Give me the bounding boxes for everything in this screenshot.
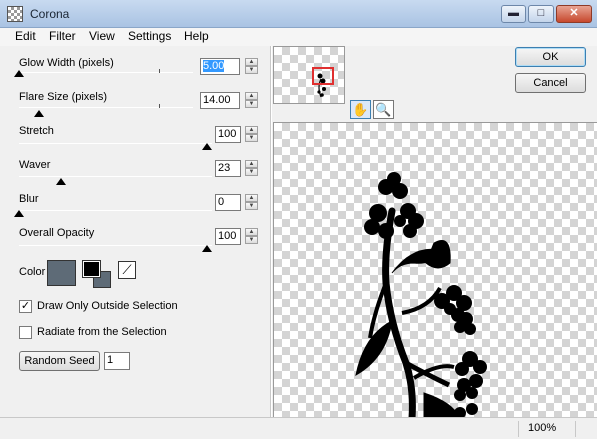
color-swatch[interactable] [47,260,76,286]
zoom-level: 100% [528,422,557,434]
overall-opacity-spinner[interactable]: ▲ ▼ [245,228,258,245]
spin-up-icon[interactable]: ▲ [245,228,258,236]
menu-filter[interactable]: Filter [49,29,76,43]
spin-down-icon[interactable]: ▼ [245,236,258,244]
blur-label: Blur [19,193,39,205]
stretch-track[interactable] [19,143,212,144]
draw-only-outside-label: Draw Only Outside Selection [37,300,178,312]
spin-down-icon[interactable]: ▼ [245,168,258,176]
draw-only-outside-checkbox[interactable]: ✓ [19,300,32,313]
radiate-checkbox[interactable] [19,326,32,339]
waver-thumb[interactable] [55,178,66,185]
menu-edit[interactable]: Edit [15,29,36,43]
minimize-button[interactable]: ▬ [501,5,526,23]
blur-thumb[interactable] [14,210,24,217]
flare-size-input[interactable]: 14.00 [200,92,240,109]
glow-width-track[interactable] [19,72,193,73]
overall-opacity-input[interactable]: 100 [215,228,241,245]
slider-tick [159,104,160,108]
stretch-spinner[interactable]: ▲ ▼ [245,126,258,143]
blur-spinner[interactable]: ▲ ▼ [245,194,258,211]
waver-track[interactable] [19,176,212,177]
spin-up-icon[interactable]: ▲ [245,126,258,134]
stretch-thumb[interactable] [202,143,212,150]
stretch-input[interactable]: 100 [215,126,241,143]
cancel-button[interactable]: Cancel [515,73,586,93]
close-button[interactable]: ✕ [556,5,592,23]
eyedropper-icon[interactable]: ⟋ [118,261,136,279]
maximize-button[interactable]: □ [528,5,554,23]
menu-settings[interactable]: Settings [128,29,171,43]
glow-width-thumb[interactable] [14,70,24,77]
overall-opacity-thumb[interactable] [202,245,212,252]
flare-size-thumb[interactable] [34,110,45,117]
status-divider [518,421,519,437]
random-seed-input[interactable]: 1 [104,352,130,370]
overall-opacity-track[interactable] [19,245,212,246]
spin-down-icon[interactable]: ▼ [245,202,258,210]
preview-image [355,172,487,417]
blur-input[interactable]: 0 [215,194,241,211]
menu-bar: Edit Filter View Settings Help [0,28,597,46]
preview-canvas[interactable] [273,122,597,417]
spin-up-icon[interactable]: ▲ [245,92,258,100]
ok-button[interactable]: OK [515,47,586,67]
title-bar: Corona ▬ □ ✕ [0,0,597,28]
slider-tick [159,69,160,73]
random-seed-button[interactable]: Random Seed [19,351,100,371]
spin-up-icon[interactable]: ▲ [245,160,258,168]
status-divider [575,421,576,437]
foreground-color-swatch[interactable] [82,260,101,278]
waver-input[interactable]: 23 [215,160,241,177]
navigator-thumbnail[interactable] [273,46,345,104]
color-label: Color [19,266,46,278]
flare-size-track[interactable] [19,107,193,108]
spin-down-icon[interactable]: ▼ [245,100,258,108]
stretch-label: Stretch [19,125,54,137]
window-title: Corona [30,7,70,21]
glow-width-spinner[interactable]: ▲ ▼ [245,58,258,75]
menu-view[interactable]: View [89,29,115,43]
zoom-tool-icon[interactable]: 🔍 [373,100,394,119]
hand-tool-icon[interactable]: ✋ [350,100,371,119]
spin-up-icon[interactable]: ▲ [245,58,258,66]
waver-spinner[interactable]: ▲ ▼ [245,160,258,177]
panel-divider [270,46,272,417]
app-icon [7,6,23,22]
flare-size-label: Flare Size (pixels) [19,91,108,103]
glow-width-label: Glow Width (pixels) [19,57,114,69]
spin-down-icon[interactable]: ▼ [245,66,258,74]
status-bar: 100% [0,417,597,439]
flare-size-spinner[interactable]: ▲ ▼ [245,92,258,109]
spin-down-icon[interactable]: ▼ [245,134,258,142]
blur-track[interactable] [19,210,212,211]
radiate-label: Radiate from the Selection [37,326,167,338]
overall-opacity-label: Overall Opacity [19,227,95,239]
menu-help[interactable]: Help [184,29,209,43]
viewport-rectangle[interactable] [312,67,334,85]
spin-up-icon[interactable]: ▲ [245,194,258,202]
glow-width-input[interactable]: 5.00 [200,58,240,75]
waver-label: Waver [19,159,51,171]
